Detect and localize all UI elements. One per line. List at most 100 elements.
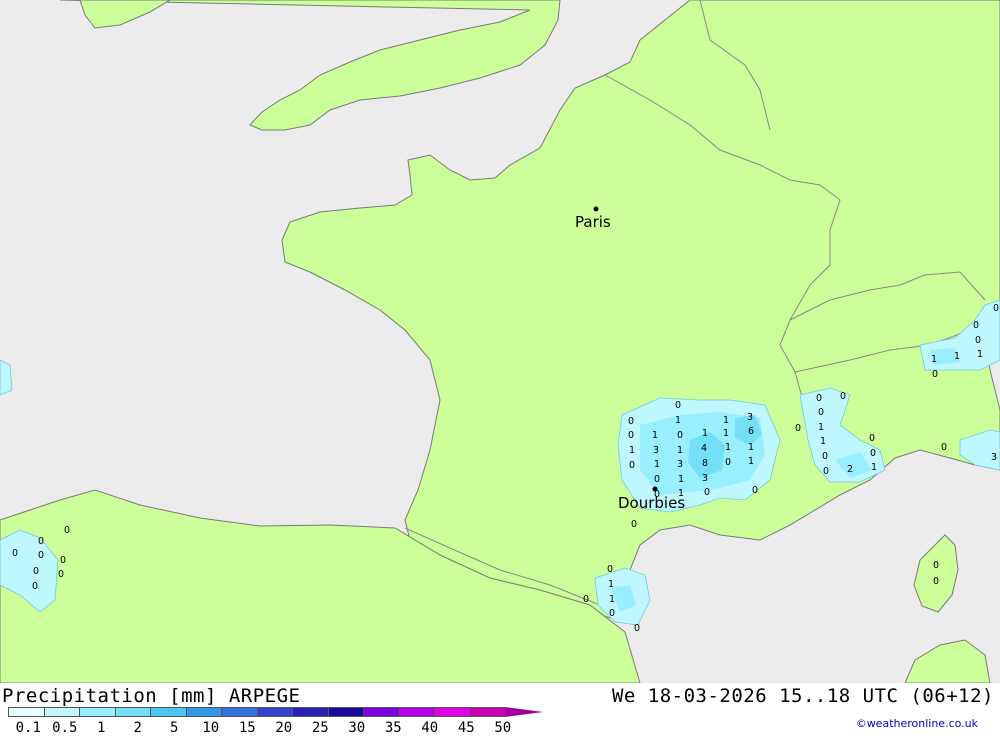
svg-text:4: 4 xyxy=(701,443,707,454)
svg-text:1: 1 xyxy=(675,415,681,426)
svg-text:1: 1 xyxy=(608,579,614,590)
svg-text:1: 1 xyxy=(678,474,684,485)
legend-swatch xyxy=(469,707,506,717)
svg-text:1: 1 xyxy=(871,462,877,473)
legend-label: 30 xyxy=(348,720,366,736)
legend-label: 2 xyxy=(133,720,142,736)
svg-text:3: 3 xyxy=(747,412,753,423)
svg-text:0: 0 xyxy=(941,442,947,453)
color-scale-bar xyxy=(8,707,543,719)
svg-text:0: 0 xyxy=(870,448,876,459)
valid-time: We 18-03-2026 15..18 UTC (06+12) xyxy=(611,685,994,707)
svg-text:0: 0 xyxy=(631,519,637,530)
legend-label: 45 xyxy=(457,720,475,736)
legend-swatch xyxy=(327,707,364,717)
legend-swatch xyxy=(79,707,116,717)
svg-text:0: 0 xyxy=(840,391,846,402)
svg-text:8: 8 xyxy=(702,458,708,469)
svg-text:0: 0 xyxy=(583,594,589,605)
svg-text:3: 3 xyxy=(653,445,659,456)
svg-text:Dourbies: Dourbies xyxy=(618,494,685,512)
svg-text:0: 0 xyxy=(725,457,731,468)
svg-text:1: 1 xyxy=(723,415,729,426)
svg-text:0: 0 xyxy=(628,430,634,441)
svg-text:0: 0 xyxy=(933,576,939,587)
svg-text:1: 1 xyxy=(725,442,731,453)
svg-text:0: 0 xyxy=(38,550,44,561)
legend-swatch xyxy=(363,707,400,717)
svg-text:0: 0 xyxy=(677,430,683,441)
legend-label: 1 xyxy=(97,720,106,736)
svg-text:0: 0 xyxy=(607,564,613,575)
svg-text:0: 0 xyxy=(932,369,938,380)
svg-text:1: 1 xyxy=(702,428,708,439)
legend-swatch xyxy=(43,707,80,717)
legend-swatch xyxy=(8,707,45,717)
svg-text:0: 0 xyxy=(628,416,634,427)
svg-text:0: 0 xyxy=(973,320,979,331)
svg-text:0: 0 xyxy=(32,581,38,592)
legend-label: 10 xyxy=(202,720,220,736)
svg-text:0: 0 xyxy=(675,400,681,411)
svg-text:1: 1 xyxy=(818,422,824,433)
legend-swatch xyxy=(150,707,187,717)
svg-text:0: 0 xyxy=(704,487,710,498)
svg-text:0: 0 xyxy=(609,608,615,619)
svg-text:2: 2 xyxy=(847,464,853,475)
svg-text:1: 1 xyxy=(678,488,684,499)
svg-text:1: 1 xyxy=(677,445,683,456)
legend-swatch xyxy=(256,707,293,717)
svg-text:1: 1 xyxy=(629,445,635,456)
svg-text:1: 1 xyxy=(748,442,754,453)
svg-text:0: 0 xyxy=(975,335,981,346)
legend-swatch xyxy=(221,707,258,717)
svg-text:1: 1 xyxy=(977,349,983,360)
svg-text:0: 0 xyxy=(869,433,875,444)
svg-text:1: 1 xyxy=(652,430,658,441)
svg-text:0: 0 xyxy=(993,303,999,314)
svg-text:0: 0 xyxy=(795,423,801,434)
legend-label: 0.5 xyxy=(52,720,78,736)
svg-text:0: 0 xyxy=(33,566,39,577)
svg-text:0: 0 xyxy=(823,466,829,477)
svg-text:0: 0 xyxy=(933,560,939,571)
svg-text:6: 6 xyxy=(748,426,754,437)
credit-link[interactable]: ©weatheronline.co.uk xyxy=(856,717,978,730)
svg-text:0: 0 xyxy=(64,525,70,536)
svg-text:1: 1 xyxy=(654,459,660,470)
legend-label: 20 xyxy=(275,720,293,736)
svg-text:1: 1 xyxy=(609,594,615,605)
legend-footer: Precipitation [mm] ARPEGE We 18-03-2026 … xyxy=(0,683,1000,736)
svg-text:0: 0 xyxy=(634,623,640,634)
svg-text:0: 0 xyxy=(629,460,635,471)
legend-label: 35 xyxy=(384,720,402,736)
precipitation-map: Paris Dourbies 0 1 1 3 0 1 0 1 1 6 0 1 3… xyxy=(0,0,1000,683)
svg-text:1: 1 xyxy=(931,354,937,365)
legend-swatch xyxy=(434,707,471,717)
legend-label: 15 xyxy=(238,720,256,736)
legend-label: 0.1 xyxy=(15,720,41,736)
svg-text:3: 3 xyxy=(991,452,997,463)
svg-text:0: 0 xyxy=(60,555,66,566)
svg-text:0: 0 xyxy=(654,474,660,485)
legend-swatch xyxy=(398,707,435,717)
svg-text:0: 0 xyxy=(38,536,44,547)
svg-text:0: 0 xyxy=(58,569,64,580)
legend-swatch xyxy=(185,707,222,717)
legend-swatch xyxy=(114,707,151,717)
svg-text:1: 1 xyxy=(820,436,826,447)
svg-text:1: 1 xyxy=(954,351,960,362)
svg-text:0: 0 xyxy=(752,485,758,496)
svg-text:3: 3 xyxy=(702,473,708,484)
svg-text:3: 3 xyxy=(677,459,683,470)
svg-text:0: 0 xyxy=(822,451,828,462)
legend-label: 50 xyxy=(494,720,512,736)
svg-text:0: 0 xyxy=(818,407,824,418)
svg-text:1: 1 xyxy=(723,428,729,439)
map-title: Precipitation [mm] ARPEGE xyxy=(2,685,301,707)
legend-label: 40 xyxy=(421,720,439,736)
svg-text:0: 0 xyxy=(12,548,18,559)
svg-text:0: 0 xyxy=(816,393,822,404)
svg-text:0: 0 xyxy=(654,489,660,500)
legend-arrow xyxy=(505,707,543,717)
